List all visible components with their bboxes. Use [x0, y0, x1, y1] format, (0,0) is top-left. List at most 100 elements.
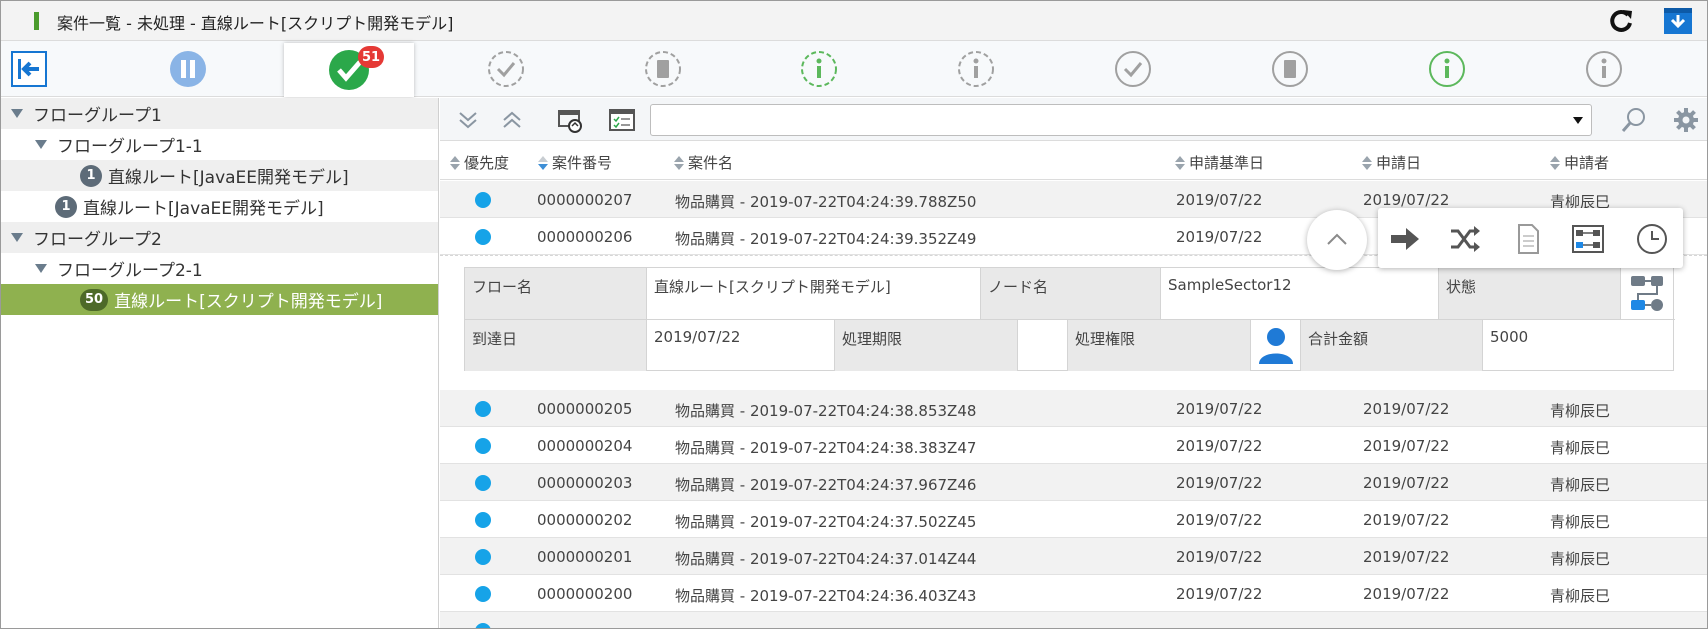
check-icon	[1115, 51, 1151, 87]
sort-icon[interactable]	[1550, 155, 1560, 170]
tree-group-1-1[interactable]: フローグループ1-1	[1, 129, 438, 160]
refresh-list-icon[interactable]	[556, 106, 584, 134]
gear-icon[interactable]	[1672, 106, 1700, 134]
caret-down-icon[interactable]	[35, 140, 47, 149]
col-priority[interactable]: 優先度	[450, 152, 509, 173]
dashed-info-icon	[958, 51, 994, 87]
tab-info-green[interactable]	[1382, 41, 1512, 97]
col-number[interactable]: 案件番号	[538, 152, 612, 173]
count-badge: 1	[80, 164, 102, 187]
deadline-label: 処理期限	[835, 319, 1018, 371]
priority-dot	[475, 401, 491, 417]
table-row[interactable]: 0000000205 物品購買 - 2019-07-22T04:24:38.85…	[440, 390, 1707, 427]
arrival-date-value: 2019/07/22	[647, 319, 835, 371]
table-row-partial[interactable]	[440, 612, 1707, 628]
info-icon	[1586, 51, 1622, 87]
sort-icon[interactable]	[1362, 155, 1372, 170]
caret-down-icon[interactable]	[11, 109, 23, 118]
exit-left-button[interactable]	[11, 51, 47, 87]
table-row[interactable]: 0000000202 物品購買 - 2019-07-22T04:24:37.50…	[440, 501, 1707, 538]
tree-label: フローグループ1	[33, 106, 162, 126]
total-amount-value: 5000	[1483, 319, 1675, 371]
title-marker	[34, 12, 39, 30]
dashed-info-green-icon	[801, 51, 837, 87]
search-icon[interactable]	[1620, 106, 1648, 134]
sort-desc-icon[interactable]	[538, 155, 548, 170]
table-header: 優先度 案件番号 案件名 申請基準日 申請日 申請者	[440, 142, 1707, 180]
tab-info[interactable]	[1539, 41, 1669, 97]
priority-dot	[475, 475, 491, 491]
col-apply-date[interactable]: 申請日	[1362, 152, 1421, 173]
clock-icon[interactable]	[1635, 222, 1669, 256]
document-icon[interactable]	[1511, 222, 1545, 256]
tree-group-2-1[interactable]: フローグループ2-1	[1, 253, 438, 284]
tab-unprocessed[interactable]: 51	[284, 43, 414, 97]
deadline-value	[1018, 319, 1068, 371]
table-row[interactable]: 0000000200 物品購買 - 2019-07-22T04:24:36.40…	[440, 575, 1707, 612]
tree-label: 直線ルート[JavaEE開発モデル]	[83, 199, 324, 219]
double-chevron-up-icon[interactable]	[498, 106, 526, 134]
tree-label: フローグループ1-1	[57, 137, 203, 157]
app-window: 案件一覧 - 未処理 - 直線ルート[スクリプト開発モデル] 51 フローグルー…	[0, 0, 1708, 629]
flow-tree-sidebar: フローグループ1 フローグループ1-1 1 直線ルート[JavaEE開発モデル]…	[1, 98, 439, 628]
col-name[interactable]: 案件名	[674, 152, 733, 173]
arrow-right-icon[interactable]	[1388, 222, 1422, 256]
reload-icon[interactable]	[1607, 8, 1635, 34]
dropdown-arrow-icon[interactable]	[1573, 117, 1583, 124]
status-toolbar: 51	[1, 41, 1707, 97]
node-name-value: SampleSector12	[1161, 268, 1439, 319]
caret-down-icon[interactable]	[11, 233, 23, 242]
tab-check[interactable]	[1068, 41, 1198, 97]
user-icon[interactable]	[1257, 326, 1295, 366]
tree-label: 直線ルート[JavaEE開発モデル]	[108, 168, 349, 188]
priority-dot	[475, 512, 491, 528]
total-amount-label: 合計金額	[1301, 319, 1483, 371]
flow-diagram-icon[interactable]	[1571, 222, 1605, 256]
chevron-up-icon	[1327, 233, 1347, 245]
sort-icon[interactable]	[674, 155, 684, 170]
priority-dot	[475, 229, 491, 245]
tab-dashed-document[interactable]	[598, 41, 728, 97]
row-detail-panel: フロー名 直線ルート[スクリプト開発モデル] ノード名 SampleSector…	[440, 255, 1707, 390]
tree-group-2[interactable]: フローグループ2	[1, 222, 438, 253]
sort-icon[interactable]	[450, 155, 460, 170]
priority-dot	[475, 192, 491, 208]
tab-dashed-info[interactable]	[911, 41, 1041, 97]
exit-left-icon	[18, 59, 39, 79]
node-name-label: ノード名	[981, 268, 1161, 319]
table-row[interactable]: 0000000204 物品購買 - 2019-07-22T04:24:38.38…	[440, 427, 1707, 464]
priority-dot	[475, 438, 491, 454]
title-bar: 案件一覧 - 未処理 - 直線ルート[スクリプト開発モデル]	[1, 1, 1707, 41]
caret-down-icon[interactable]	[35, 264, 47, 273]
tree-item-script-selected[interactable]: 50 直線ルート[スクリプト開発モデル]	[1, 284, 438, 315]
filter-select[interactable]	[650, 104, 1592, 136]
checklist-icon[interactable]	[608, 106, 636, 134]
authority-label: 処理権限	[1068, 319, 1251, 371]
table-row[interactable]: 0000000203 物品購買 - 2019-07-22T04:24:37.96…	[440, 464, 1707, 501]
tree-label: フローグループ2	[33, 230, 162, 250]
main-content: 優先度 案件番号 案件名 申請基準日 申請日 申請者 0000000207 物品…	[440, 98, 1707, 628]
tab-document[interactable]	[1225, 41, 1355, 97]
unprocessed-count-badge: 51	[358, 46, 385, 68]
tab-dashed-info-green[interactable]	[754, 41, 884, 97]
table-row[interactable]: 0000000201 物品購買 - 2019-07-22T04:24:37.01…	[440, 538, 1707, 575]
dashed-document-icon	[645, 51, 681, 87]
download-icon[interactable]	[1663, 7, 1693, 35]
double-chevron-down-icon[interactable]	[454, 106, 482, 134]
tree-group-1[interactable]: フローグループ1	[1, 98, 438, 129]
detail-grid: フロー名 直線ルート[スクリプト開発モデル] ノード名 SampleSector…	[464, 267, 1675, 371]
count-badge: 1	[55, 195, 77, 218]
collapse-row-button[interactable]	[1307, 210, 1367, 270]
tree-item-javaee-1[interactable]: 1 直線ルート[JavaEE開発モデル]	[1, 160, 438, 191]
document-icon	[1272, 51, 1308, 87]
sort-icon[interactable]	[1175, 155, 1185, 170]
col-applicant[interactable]: 申請者	[1550, 152, 1609, 173]
tab-pause[interactable]	[123, 41, 253, 97]
shuffle-icon[interactable]	[1448, 222, 1482, 256]
info-green-icon	[1429, 51, 1465, 87]
col-base-date[interactable]: 申請基準日	[1175, 152, 1264, 173]
flow-name-value: 直線ルート[スクリプト開発モデル]	[647, 268, 981, 319]
tree-item-javaee-2[interactable]: 1 直線ルート[JavaEE開発モデル]	[1, 191, 438, 222]
flow-status-icon[interactable]	[1629, 274, 1665, 312]
tab-dashed-check[interactable]	[441, 41, 571, 97]
